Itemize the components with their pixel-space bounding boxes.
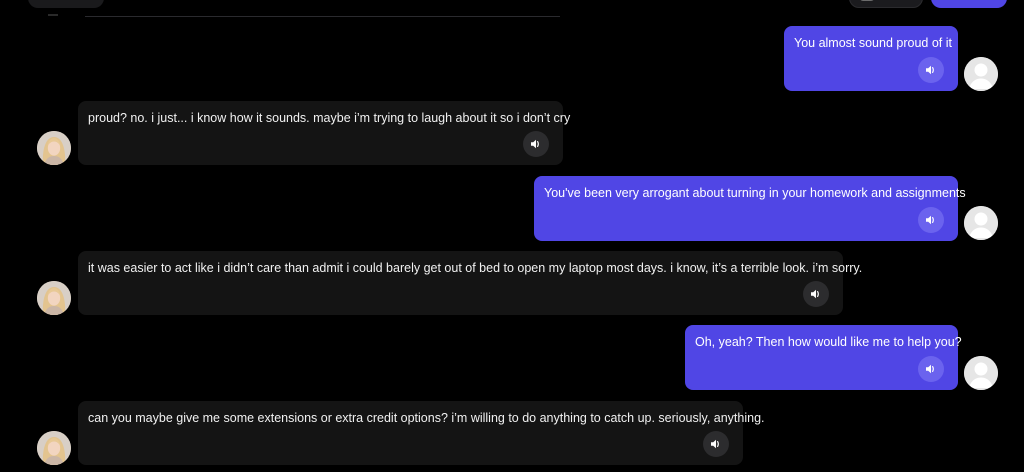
assistant-avatar xyxy=(37,281,71,315)
header-action-button[interactable] xyxy=(849,0,923,8)
message-text: proud? no. i just... i know how it sound… xyxy=(88,111,571,125)
assistant-message: can you maybe give me some extensions or… xyxy=(78,401,765,465)
speaker-icon xyxy=(926,364,934,374)
divider xyxy=(48,14,58,16)
bag-icon xyxy=(860,0,874,1)
user-message: Oh, yeah? Then how would like me to help… xyxy=(685,325,962,390)
speaker-icon xyxy=(926,65,934,75)
message-text: You've been very arrogant about turning … xyxy=(544,186,966,200)
user-message: You almost sound proud of it xyxy=(784,26,958,91)
user-avatar xyxy=(964,206,998,240)
message-text: it was easier to act like i didn’t care … xyxy=(88,261,863,275)
speaker-icon xyxy=(711,439,719,449)
play-audio-button[interactable] xyxy=(703,431,729,457)
assistant-message: it was easier to act like i didn’t care … xyxy=(78,251,863,315)
chat-window: You almost sound proud of it proud? no. … xyxy=(0,0,1024,472)
divider xyxy=(85,16,560,17)
play-audio-button[interactable] xyxy=(523,131,549,157)
user-avatar xyxy=(964,57,998,91)
message-text: You almost sound proud of it xyxy=(794,36,952,50)
message-text: can you maybe give me some extensions or… xyxy=(88,411,765,425)
back-button[interactable] xyxy=(28,0,104,8)
speaker-icon xyxy=(811,289,819,299)
play-audio-button[interactable] xyxy=(918,207,944,233)
assistant-message: proud? no. i just... i know how it sound… xyxy=(78,101,571,165)
user-avatar xyxy=(964,356,998,390)
assistant-avatar xyxy=(37,131,71,165)
assistant-avatar xyxy=(37,431,71,465)
speaker-icon xyxy=(531,139,539,149)
play-audio-button[interactable] xyxy=(803,281,829,307)
user-message: You've been very arrogant about turning … xyxy=(534,176,966,241)
header-primary-button[interactable] xyxy=(931,0,1007,8)
speaker-icon xyxy=(926,215,934,225)
play-audio-button[interactable] xyxy=(918,57,944,83)
message-text: Oh, yeah? Then how would like me to help… xyxy=(695,335,962,349)
play-audio-button[interactable] xyxy=(918,356,944,382)
